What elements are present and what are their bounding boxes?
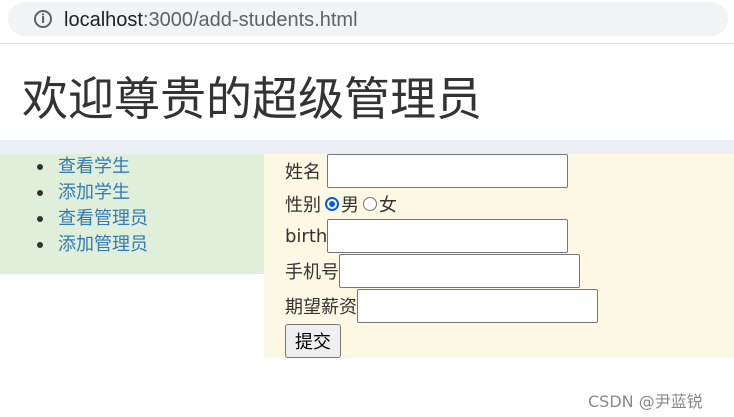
bullet-icon (37, 190, 43, 196)
bullet-icon (37, 164, 43, 170)
url-path: :3000/add-students.html (142, 9, 358, 31)
name-input[interactable] (327, 154, 568, 188)
gender-male-label[interactable]: 男 (341, 191, 359, 217)
sidebar-item-view-admins: 查看管理员 (37, 206, 264, 232)
phone-input[interactable] (339, 254, 580, 288)
phone-label: 手机号 (285, 262, 339, 283)
sidebar: 查看学生 添加学生 查看管理员 添加管理员 (0, 154, 264, 274)
add-student-form: 姓名 性别 男 女 birth 手机号 期望薪资 提交 (264, 154, 734, 358)
sidebar-item-add-admins: 添加管理员 (37, 232, 264, 258)
url-text[interactable]: localhost:3000/add-students.html (64, 8, 358, 32)
watermark: CSDN @尹蓝锐 (588, 392, 703, 411)
sidebar-item-view-students: 查看学生 (37, 154, 264, 180)
gender-male-radio[interactable] (325, 197, 339, 211)
sidebar-menu: 查看学生 添加学生 查看管理员 添加管理员 (0, 154, 264, 258)
sidebar-link-view-admins[interactable]: 查看管理员 (58, 208, 148, 229)
gender-female-radio[interactable] (363, 197, 377, 211)
bullet-icon (37, 216, 43, 222)
birth-row: birth (285, 219, 569, 253)
salary-input[interactable] (357, 289, 598, 323)
name-row: 姓名 (285, 154, 568, 188)
name-label: 姓名 (285, 162, 321, 183)
gender-female-label[interactable]: 女 (379, 191, 397, 217)
bullet-icon (37, 242, 43, 248)
submit-button[interactable]: 提交 (285, 324, 341, 358)
birth-input[interactable] (327, 219, 569, 253)
browser-address-bar: i localhost:3000/add-students.html (0, 0, 734, 44)
url-host: localhost (64, 9, 143, 31)
gender-row: 性别 男 女 (285, 187, 397, 221)
salary-row: 期望薪资 (285, 289, 598, 323)
url-field[interactable]: i localhost:3000/add-students.html (8, 2, 728, 36)
page-title: 欢迎尊贵的超级管理员 (22, 72, 482, 126)
sidebar-link-view-students[interactable]: 查看学生 (58, 156, 130, 177)
phone-row: 手机号 (285, 254, 580, 288)
sidebar-item-add-students: 添加学生 (37, 180, 264, 206)
birth-label: birth (285, 225, 328, 247)
salary-label: 期望薪资 (285, 297, 357, 318)
gender-label: 性别 (285, 195, 321, 216)
sidebar-link-add-admins[interactable]: 添加管理员 (58, 234, 148, 255)
title-divider (0, 140, 734, 154)
sidebar-link-add-students[interactable]: 添加学生 (58, 182, 130, 203)
info-icon[interactable]: i (34, 10, 52, 28)
